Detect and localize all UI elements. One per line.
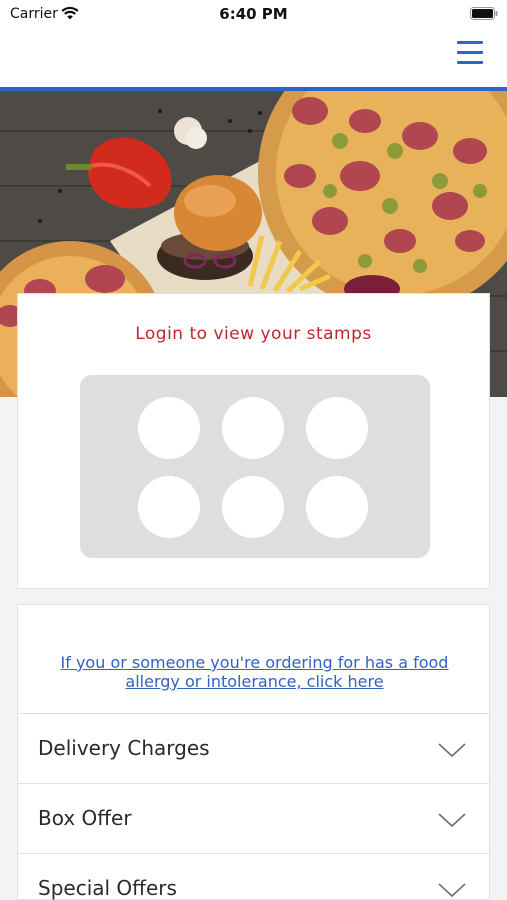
allergy-info-link[interactable]: If you or someone you're ordering for ha… [38, 653, 471, 691]
info-card: If you or someone you're ordering for ha… [17, 604, 490, 900]
status-bar: Carrier 6:40 PM [0, 0, 507, 30]
chevron-down-icon [438, 813, 466, 828]
clock: 6:40 PM [219, 5, 288, 23]
accordion-label: Special Offers [38, 876, 177, 900]
nav-bar [0, 30, 507, 87]
stamp-slot [306, 397, 368, 459]
stamp-slot [306, 476, 368, 538]
stamp-slot [138, 397, 200, 459]
battery-icon [470, 7, 498, 20]
chevron-down-icon [438, 883, 466, 898]
hamburger-menu-icon[interactable] [455, 39, 485, 67]
stamp-slot [222, 397, 284, 459]
stamp-card: Login to view your stamps [17, 293, 490, 589]
accordion-label: Delivery Charges [38, 736, 210, 760]
accordion-delivery-charges[interactable]: Delivery Charges [18, 713, 489, 783]
accordion-special-offers[interactable]: Special Offers [18, 853, 489, 900]
stamp-slot [138, 476, 200, 538]
login-stamps-title[interactable]: Login to view your stamps [18, 324, 489, 344]
accordion-box-offer[interactable]: Box Offer [18, 783, 489, 853]
chevron-down-icon [438, 743, 466, 758]
stamp-slot [222, 476, 284, 538]
stamp-grid [80, 375, 430, 558]
accordion-label: Box Offer [38, 806, 132, 830]
